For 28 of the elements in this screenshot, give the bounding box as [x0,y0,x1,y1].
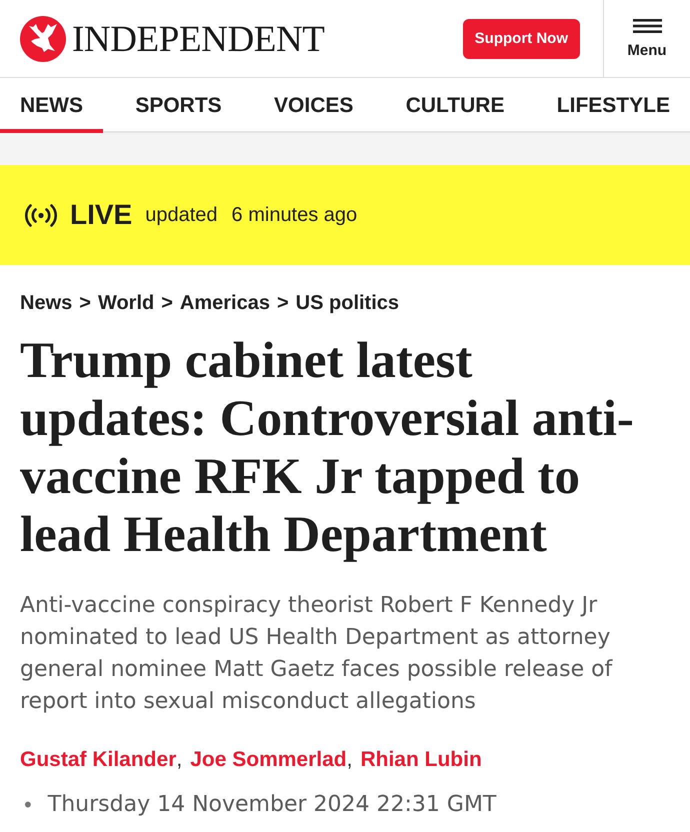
breadcrumb-separator: > [161,291,173,315]
nav-tab[interactable]: SPORTS [115,78,242,133]
breadcrumb-link[interactable]: Americas [180,291,270,315]
author-separator: , [176,747,182,773]
author-link[interactable]: Joe Sommerlad [190,747,347,773]
nav-tab[interactable]: LIFESTYLE [536,78,690,133]
nav-tab[interactable]: CULTURE [386,78,524,133]
updated-time: 6 minutes ago [232,204,358,226]
breadcrumb-separator: > [276,291,289,315]
updated-label: updated [145,204,218,226]
publish-date: Thursday 14 November 2024 22:31 GMT [48,791,496,819]
author-link[interactable]: Rhian Lubin [360,747,482,773]
bird-logo-icon[interactable] [20,16,66,62]
breadcrumb-link[interactable]: News [20,291,72,315]
author-separator: , [346,747,352,773]
headline: Trump cabinet latest updates: Controversial anti-vaccine RFK Jr tapped to lead Health Department [20,332,635,564]
logo-wordmark[interactable]: INDEPENDENT [72,19,325,58]
breadcrumb-link[interactable]: World [98,291,154,315]
support-button[interactable]: Support Now [462,18,580,58]
nav-tab[interactable]: VOICES [254,78,374,133]
list-bullet: • [22,792,34,819]
breadcrumb-link[interactable]: US politics [296,291,400,315]
breadcrumb-separator: > [79,291,91,315]
standfirst: Anti-vaccine conspiracy theorist Robert F Kennedy Jr nominated to lead US Health Department as attorney general nominee Matt Gaetz faces possible release of report into sexual misconduct allegations [20,592,614,716]
broadcast-icon [25,204,57,226]
author-link[interactable]: Gustaf Kilander [20,747,176,773]
live-label: LIVE [70,199,132,231]
menu-icon [632,18,662,32]
